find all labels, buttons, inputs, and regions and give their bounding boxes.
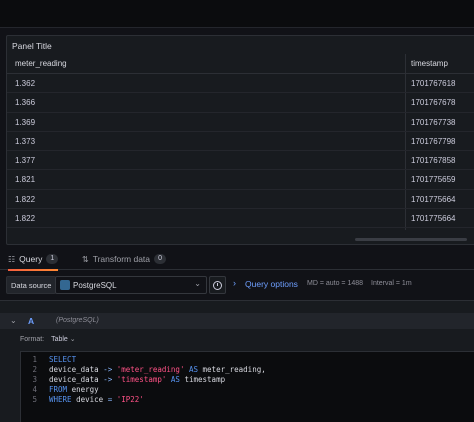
datasource-value: PostgreSQL [73,280,117,290]
code-line[interactable]: 4 FROM energy [21,385,474,395]
cell-timestamp: 1701775659 [411,175,456,185]
tab-transform-label: Transform data [92,254,151,264]
line-number: 4 [32,385,37,394]
cell-meter-reading: 1.822 [15,214,36,224]
code-text: WHERE device = 'IP22' [49,395,144,404]
datasource-picker[interactable]: PostgreSQL ⌄ [55,276,207,294]
format-value: Table [51,336,68,343]
cell-timestamp: 1701775664 [411,214,456,224]
table-row: 1.366 1701767678 [7,93,474,113]
cell-timestamp: 1701767618 [411,79,456,88]
query-options-button[interactable]: Query options [245,279,298,289]
code-line[interactable]: 3 device_data -> 'timestamp' AS timestamp [21,375,474,385]
chevron-down-icon: ⌄ [194,279,201,288]
cell-timestamp: 1701767798 [411,136,456,146]
query-history-button[interactable] [209,276,226,294]
table-body: 1.362 1701767618 1.366 1701767678 1.369 17017… [7,74,474,229]
code-text: device_data -> 'timestamp' AS timestamp [49,375,226,384]
query-header[interactable]: ⌄ A (PostgreSQL) [0,313,474,329]
code-text: FROM energy [49,385,99,394]
table-row: 1.822 1701775664 [7,190,474,210]
cell-meter-reading: 1.362 [15,79,36,88]
table-row: 1.373 1701767798 [7,132,474,152]
cell-meter-reading: 1.822 [15,194,36,204]
table-row: 1.821 1701775659 [7,170,474,190]
format-selector[interactable]: Format: Table ⌄ [20,335,76,343]
query-editor-block: ⌄ A (PostgreSQL) Format: Table ⌄ 1 SELECT… [0,300,474,422]
tab-query-count: 1 [46,254,59,264]
cell-timestamp: 1701767678 [411,98,456,108]
line-number: 3 [32,375,37,384]
table-row: 1.362 1701767618 [7,74,474,94]
collapse-chevron-icon[interactable]: ⌄ [10,316,17,325]
panel-title[interactable]: Panel Title [12,41,52,51]
line-number: 1 [32,355,37,364]
query-ref-id[interactable]: A [28,316,34,326]
cell-timestamp: 1701767738 [411,117,456,127]
query-options-row: Data source PostgreSQL ⌄ › Query options… [0,274,474,296]
horizontal-scrollbar[interactable] [355,238,467,241]
code-text: SELECT [49,355,77,364]
cell-meter-reading: 1.377 [15,156,36,166]
cell-meter-reading: 1.373 [15,136,36,146]
code-line[interactable]: 5 WHERE device = 'IP22' [21,395,474,405]
cell-timestamp: 1701767858 [411,156,456,166]
tab-query-label: Query [19,254,43,264]
query-datasource-name: (PostgreSQL) [56,317,99,324]
interval: Interval = 1m [371,280,412,287]
history-icon [213,280,222,290]
column-header-timestamp[interactable]: timestamp [411,54,448,73]
postgresql-icon [60,280,70,290]
table-row: 1.822 1701775664 [7,209,474,229]
table-row: 1.377 1701767858 [7,151,474,171]
datasource-label: Data source [6,276,57,294]
cell-meter-reading: 1.366 [15,98,36,108]
table-row: 1.369 1701767738 [7,113,474,132]
database-icon: ☷ [8,254,16,264]
line-number: 5 [32,395,37,404]
tab-transform-count: 0 [154,254,167,264]
code-line[interactable]: 2 device_data -> 'meter_reading' AS meter… [21,365,474,375]
sql-code-editor[interactable]: 1 SELECT 2 device_data -> 'meter_reading' A… [20,351,474,422]
tab-transform-data[interactable]: ⇅ Transform data 0 [82,248,167,270]
max-data-points: MD = auto = 1488 [307,280,364,287]
line-number: 2 [32,365,37,374]
cell-meter-reading: 1.369 [15,117,36,127]
cell-timestamp: 1701775664 [411,194,456,204]
chevron-right-icon[interactable]: › [233,278,236,288]
top-bar [0,0,474,28]
transform-icon: ⇅ [82,254,89,264]
cell-meter-reading: 1.821 [15,175,36,185]
format-label: Format: [20,336,45,343]
code-text: device_data -> 'meter_reading' AS meter_… [49,365,266,374]
code-line[interactable]: 1 SELECT [21,355,474,365]
tab-query[interactable]: ☷ Query 1 [8,248,59,271]
query-tabs: ☷ Query 1 ⇅ Transform data 0 [0,248,474,271]
column-header-meter-reading[interactable]: meter_reading [15,54,67,73]
chevron-down-icon: ⌄ [69,336,76,343]
table-panel: Panel Title meter_reading timestamp 1.36… [6,35,474,245]
